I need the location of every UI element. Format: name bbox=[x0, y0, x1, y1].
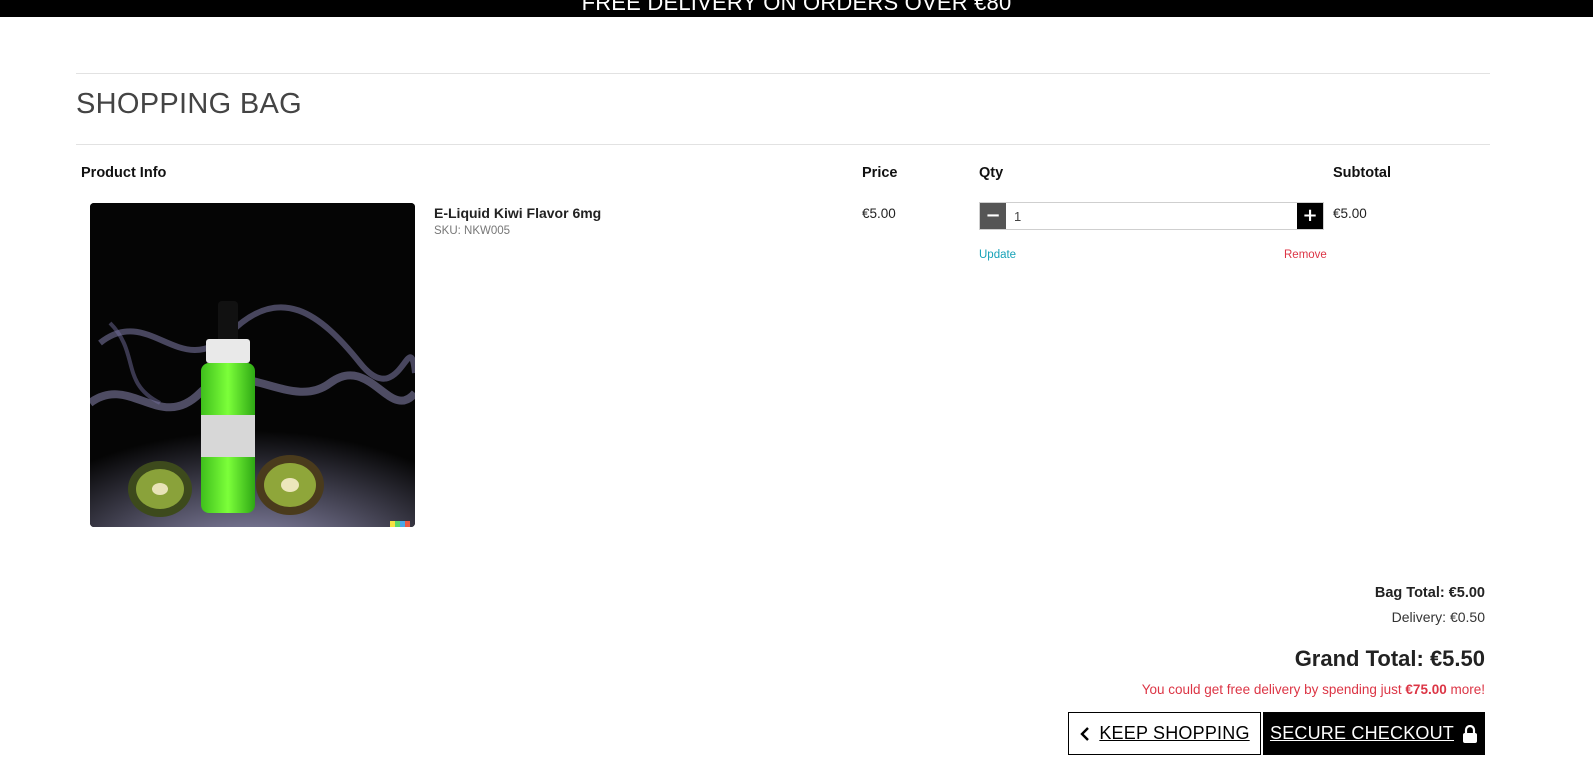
product-price: €5.00 bbox=[862, 206, 896, 221]
header-price: Price bbox=[862, 165, 898, 181]
free-delivery-note: You could get free delivery by spending … bbox=[1142, 682, 1485, 697]
free-delivery-prefix: You could get free delivery by spending … bbox=[1141, 682, 1402, 697]
product-image bbox=[90, 203, 415, 527]
bag-total: Bag Total: €5.00 bbox=[1374, 585, 1485, 601]
divider-top bbox=[76, 73, 1490, 74]
remove-link[interactable]: Remove bbox=[1284, 249, 1327, 261]
header-subtotal: Subtotal bbox=[1333, 165, 1391, 181]
header-qty: Qty bbox=[979, 165, 1004, 181]
update-link[interactable]: Update bbox=[979, 249, 1016, 261]
page-title: SHOPPING BAG bbox=[76, 88, 302, 120]
delivery-cost: Delivery: €0.50 bbox=[1391, 609, 1485, 625]
header-product-info: Product Info bbox=[81, 165, 167, 181]
secure-checkout-button[interactable]: SECURE CHECKOUT bbox=[1263, 712, 1485, 755]
quantity-stepper: − + bbox=[979, 202, 1324, 230]
divider-header bbox=[76, 144, 1490, 145]
lock-icon bbox=[1462, 724, 1478, 743]
free-delivery-suffix: more! bbox=[1450, 682, 1485, 697]
product-subtotal: €5.00 bbox=[1333, 206, 1367, 221]
keep-shopping-label: KEEP SHOPPING bbox=[1099, 723, 1250, 743]
banner-text: FREE DELIVERY ON ORDERS OVER €80 bbox=[581, 0, 1012, 15]
chevron-left-icon bbox=[1079, 726, 1091, 742]
product-sku: SKU: NKW005 bbox=[434, 225, 511, 237]
secure-checkout-label: SECURE CHECKOUT bbox=[1269, 723, 1455, 743]
product-name[interactable]: E-Liquid Kiwi Flavor 6mg bbox=[434, 205, 601, 221]
quantity-input[interactable] bbox=[1006, 203, 1297, 229]
free-delivery-banner: FREE DELIVERY ON ORDERS OVER €80 bbox=[0, 0, 1593, 17]
free-delivery-amount: €75.00 bbox=[1405, 682, 1447, 697]
decrement-button[interactable]: − bbox=[980, 203, 1006, 229]
grand-total: Grand Total: €5.50 bbox=[1294, 646, 1485, 671]
increment-button[interactable]: + bbox=[1297, 203, 1323, 229]
keep-shopping-button[interactable]: KEEP SHOPPING bbox=[1068, 712, 1261, 755]
